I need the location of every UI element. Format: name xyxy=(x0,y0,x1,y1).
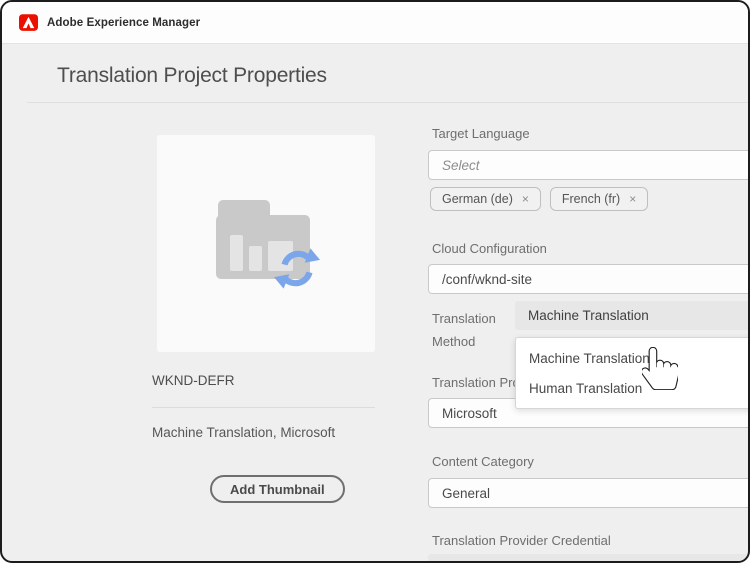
project-summary: Machine Translation, Microsoft xyxy=(152,425,335,440)
language-tag-label: French (fr) xyxy=(562,192,620,206)
selected-language-tags: German (de) × French (fr) × xyxy=(430,187,648,211)
target-language-label: Target Language xyxy=(432,126,530,141)
app-name: Adobe Experience Manager xyxy=(47,17,200,29)
adobe-logo-icon xyxy=(19,14,38,31)
dropdown-option-machine-translation[interactable]: Machine Translation xyxy=(516,343,750,373)
remove-tag-icon[interactable]: × xyxy=(629,192,636,206)
translation-method-dropdown: Machine Translation Human Translation xyxy=(515,337,750,409)
thumbnail-divider xyxy=(152,407,375,408)
language-tag-german: German (de) × xyxy=(430,187,541,211)
cloud-configuration-label: Cloud Configuration xyxy=(432,241,547,256)
translation-provider-credential-select[interactable] xyxy=(428,554,750,563)
content-category-input[interactable]: General xyxy=(428,478,750,508)
remove-tag-icon[interactable]: × xyxy=(522,192,529,206)
title-divider xyxy=(27,102,748,103)
page-title: Translation Project Properties xyxy=(57,64,327,88)
language-tag-label: German (de) xyxy=(442,192,513,206)
add-thumbnail-button[interactable]: Add Thumbnail xyxy=(210,475,345,503)
sync-arrows-icon xyxy=(274,245,320,292)
translation-method-select[interactable]: Machine Translation xyxy=(515,301,750,330)
dropdown-option-human-translation[interactable]: Human Translation xyxy=(516,373,750,403)
cloud-configuration-input[interactable]: /conf/wknd-site xyxy=(428,264,750,294)
project-name: WKND-DEFR xyxy=(152,373,235,388)
aem-window: Adobe Experience Manager Translation Pro… xyxy=(0,0,750,563)
target-language-placeholder: Select xyxy=(442,158,480,173)
translation-method-label: Translation Method xyxy=(432,307,514,353)
topbar: Adobe Experience Manager xyxy=(2,2,748,44)
language-tag-french: French (fr) × xyxy=(550,187,648,211)
target-language-select[interactable]: Select xyxy=(428,150,750,180)
content-category-label: Content Category xyxy=(432,454,534,469)
thumbnail-card xyxy=(157,135,375,352)
translation-provider-credential-label: Translation Provider Credential xyxy=(432,533,611,548)
